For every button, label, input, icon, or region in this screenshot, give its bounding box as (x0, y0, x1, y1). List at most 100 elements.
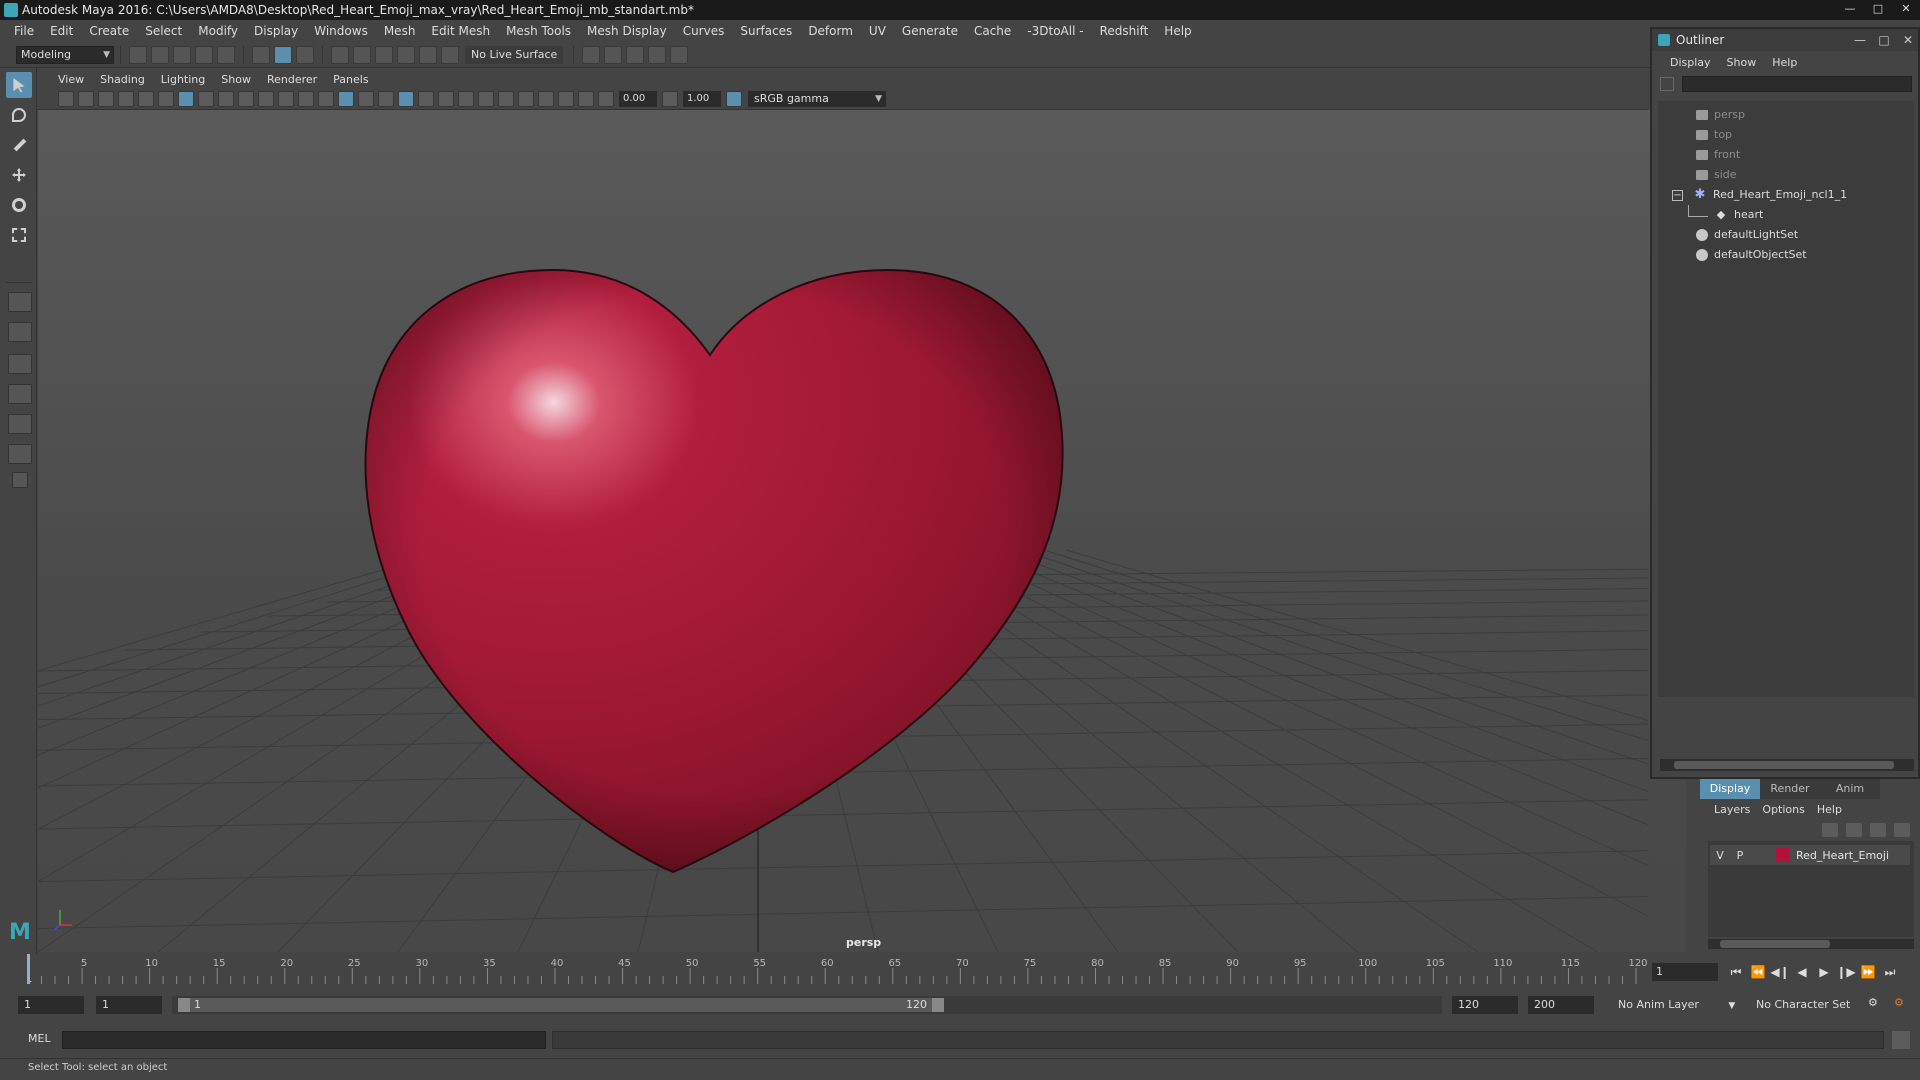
panel-menu-shading[interactable]: Shading (92, 73, 153, 86)
go-to-start-icon[interactable]: ⏮ (1725, 962, 1747, 982)
graph-layout-button[interactable] (8, 414, 32, 434)
outliner-item-group[interactable]: − ✱ Red_Heart_Emoji_ncl1_1 (1672, 185, 1847, 205)
smooth-shade-icon[interactable] (338, 90, 354, 107)
step-forward-key-icon[interactable]: ⏩ (1857, 962, 1879, 982)
menu-set-dropdown[interactable]: Modeling ▼ (16, 45, 114, 64)
shadows-icon[interactable] (418, 90, 434, 107)
new-empty-layer-icon[interactable] (1870, 823, 1886, 837)
image-plane-icon[interactable] (118, 90, 134, 107)
anim-layer-dropdown[interactable]: No Anim Layer ▼ (1610, 996, 1740, 1014)
layer-visibility-toggle[interactable]: V (1710, 849, 1730, 862)
collapse-toggle-icon[interactable]: − (1672, 189, 1683, 201)
script-editor-icon[interactable] (1892, 1031, 1910, 1049)
menu-create[interactable]: Create (81, 24, 137, 38)
outliner-item-front[interactable]: front (1696, 145, 1740, 165)
layer-editor-scrollbar[interactable] (1708, 939, 1914, 949)
animation-start-field[interactable]: 1 (18, 996, 84, 1014)
2d-pan-zoom-icon[interactable] (138, 90, 154, 107)
panel-menu-panels[interactable]: Panels (325, 73, 376, 86)
depth-of-field-icon[interactable] (498, 90, 514, 107)
anti-aliasing-icon[interactable] (478, 90, 494, 107)
outliner-item-persp[interactable]: persp (1696, 105, 1745, 125)
snap-grid-icon[interactable] (331, 45, 349, 64)
open-scene-icon[interactable] (151, 45, 169, 64)
exposure-field[interactable]: 0.00 (619, 90, 657, 107)
menu-redshift[interactable]: Redshift (1092, 24, 1157, 38)
use-all-lights-icon[interactable] (398, 90, 414, 107)
gamma-field[interactable]: 1.00 (683, 90, 721, 107)
save-scene-icon[interactable] (173, 45, 191, 64)
auto-key-icon[interactable]: ⚙ (1868, 996, 1886, 1014)
go-to-end-icon[interactable]: ⏭ (1879, 962, 1901, 982)
snap-curve-icon[interactable] (353, 45, 371, 64)
live-surface-field[interactable]: No Live Surface (465, 45, 564, 64)
minimize-button[interactable]: — (1850, 29, 1870, 51)
magnet-icon[interactable] (441, 45, 459, 64)
xray-active-icon[interactable] (558, 90, 574, 107)
panel-menu-view[interactable]: View (50, 73, 92, 86)
new-scene-icon[interactable] (129, 45, 147, 64)
outliner-menu-show[interactable]: Show (1719, 56, 1765, 69)
resolution-gate-icon[interactable] (218, 90, 234, 107)
select-object-icon[interactable] (274, 45, 292, 64)
isolate-select-icon[interactable] (518, 90, 534, 107)
panel-menu-lighting[interactable]: Lighting (153, 73, 213, 86)
paint-select-tool[interactable] (6, 132, 32, 158)
menu-mesh-tools[interactable]: Mesh Tools (498, 24, 579, 38)
new-layer-from-selection-icon[interactable] (1894, 823, 1910, 837)
menu-curves[interactable]: Curves (675, 24, 733, 38)
step-forward-frame-icon[interactable]: ❙▶ (1835, 962, 1857, 982)
wireframe-on-shaded-icon[interactable] (358, 90, 374, 107)
close-button[interactable]: ✕ (1892, 0, 1920, 20)
film-gate-icon[interactable] (198, 90, 214, 107)
command-input[interactable] (62, 1031, 546, 1049)
hypershade-icon[interactable] (670, 45, 689, 64)
render-settings-icon[interactable] (582, 45, 601, 64)
menu-select[interactable]: Select (137, 24, 190, 38)
camera-attributes-icon[interactable] (78, 90, 94, 107)
four-pane-layout-button[interactable] (8, 322, 32, 342)
outliner-item-default-light-set[interactable]: defaultLightSet (1696, 225, 1798, 245)
view-transform-dropdown[interactable]: sRGB gamma ▼ (748, 90, 886, 107)
select-hierarchy-icon[interactable] (252, 45, 270, 64)
single-pane-layout-button[interactable] (8, 292, 32, 312)
character-set-dropdown[interactable]: No Character Set (1748, 996, 1868, 1014)
menu-mesh-display[interactable]: Mesh Display (579, 24, 675, 38)
more-layouts-button[interactable] (12, 472, 28, 488)
menu-surfaces[interactable]: Surfaces (732, 24, 800, 38)
scale-tool[interactable] (6, 222, 32, 248)
outliner-menu-display[interactable]: Display (1662, 56, 1719, 69)
menu-cache[interactable]: Cache (966, 24, 1019, 38)
wireframe-icon[interactable] (318, 90, 334, 107)
safe-title-icon[interactable] (298, 90, 314, 107)
color-management-icon[interactable] (726, 90, 742, 107)
select-component-icon[interactable] (296, 45, 314, 64)
move-layer-down-icon[interactable] (1846, 823, 1862, 837)
redo-icon[interactable] (217, 45, 235, 64)
step-back-key-icon[interactable]: ⏪ (1747, 962, 1769, 982)
outliner-menu-help[interactable]: Help (1764, 56, 1805, 69)
panel-menu-show[interactable]: Show (213, 73, 259, 86)
outliner-horizontal-scrollbar[interactable] (1660, 759, 1914, 771)
gamma-icon[interactable] (662, 90, 678, 107)
snap-point-icon[interactable] (375, 45, 393, 64)
select-tool[interactable] (6, 72, 32, 98)
range-end-handle[interactable] (932, 998, 944, 1012)
time-slider[interactable]: 1510152025303540455055606570758085909510… (0, 954, 1920, 986)
menu-deform[interactable]: Deform (800, 24, 861, 38)
menu-edit[interactable]: Edit (42, 24, 81, 38)
side-by-side-layout-button[interactable] (8, 354, 32, 374)
field-chart-icon[interactable] (258, 90, 274, 107)
select-camera-icon[interactable] (58, 90, 74, 107)
perspective-viewport[interactable]: persp (38, 110, 1686, 952)
textured-icon[interactable] (378, 90, 394, 107)
outliner-item-heart[interactable]: ◆ heart (1714, 205, 1764, 225)
menu-generate[interactable]: Generate (894, 24, 966, 38)
range-bar[interactable]: 1 120 (172, 996, 1442, 1014)
persp-outliner-layout-button[interactable] (8, 384, 32, 404)
grease-pencil-icon[interactable] (158, 90, 174, 107)
rotate-tool[interactable] (6, 192, 32, 218)
menu-mesh[interactable]: Mesh (376, 24, 424, 38)
menu-file[interactable]: File (6, 24, 42, 38)
current-frame-field[interactable]: 1 (1652, 963, 1718, 981)
